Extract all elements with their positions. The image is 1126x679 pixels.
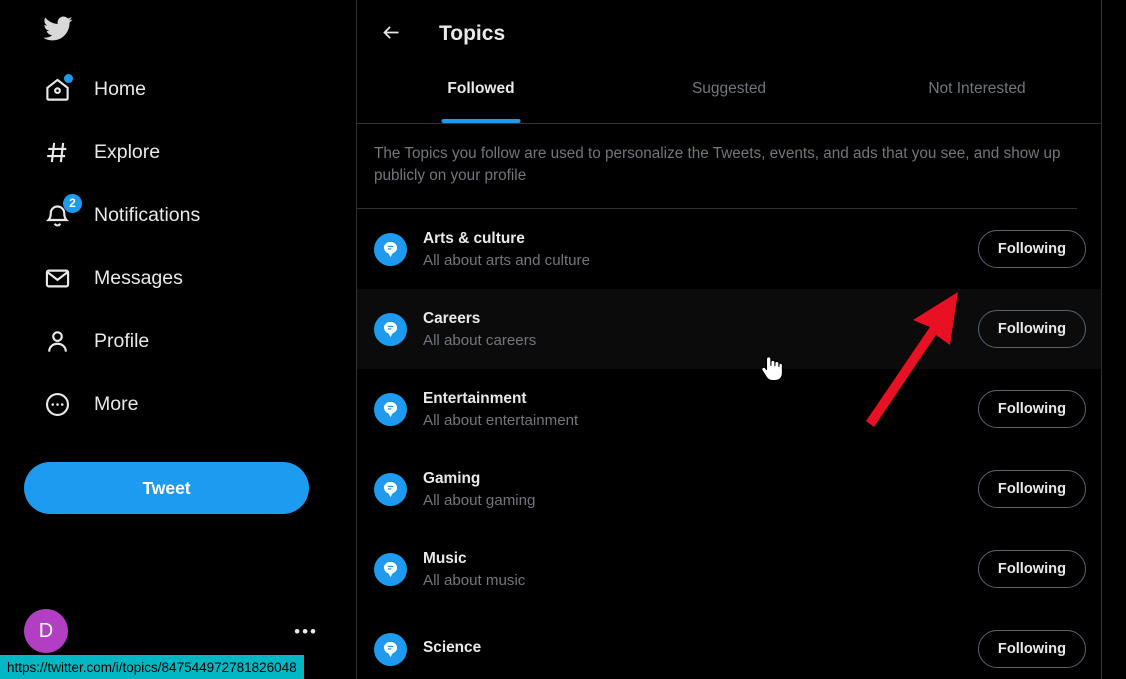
topic-description: All about entertainment xyxy=(423,411,579,429)
topics-header: Topics xyxy=(357,0,1101,68)
sidebar-item-more[interactable]: More xyxy=(42,373,356,436)
topic-name: Arts & culture xyxy=(423,229,525,247)
topic-name: Gaming xyxy=(423,469,481,487)
topics-main-column: Topics Followed Suggested Not Interested… xyxy=(357,0,1102,679)
hashtag-icon xyxy=(42,138,72,168)
topic-row[interactable]: Science Following xyxy=(357,609,1101,679)
topic-text: Music All about music xyxy=(423,549,525,591)
tab-not-interested[interactable]: Not Interested xyxy=(853,68,1101,123)
notifications-badge: 2 xyxy=(63,193,82,213)
back-button[interactable] xyxy=(373,16,409,52)
topic-name: Science xyxy=(423,639,482,657)
topic-name: Entertainment xyxy=(423,389,527,407)
topic-bubble-icon xyxy=(374,392,407,426)
topic-text: Gaming All about gaming xyxy=(423,469,535,511)
topic-row[interactable]: Careers All about careers Following xyxy=(357,289,1101,370)
tab-label: Suggested xyxy=(691,80,767,97)
more-circle-icon xyxy=(42,390,72,420)
topic-description: All about gaming xyxy=(423,491,536,509)
topic-bubble-icon xyxy=(374,632,407,666)
envelope-icon xyxy=(42,264,72,294)
home-icon xyxy=(42,73,73,105)
sidebar-nav-list: Home Explore 2 Notifications Messages Pr… xyxy=(0,58,356,436)
topic-row[interactable]: Gaming All about gaming Following xyxy=(357,449,1101,530)
twitter-logo-link[interactable] xyxy=(0,0,356,58)
twitter-topics-window: Home Explore 2 Notifications Messages Pr… xyxy=(0,0,1126,679)
topic-description: All about arts and culture xyxy=(423,251,590,269)
topic-row[interactable]: Arts & culture All about arts and cultur… xyxy=(357,209,1101,290)
tab-suggested[interactable]: Suggested xyxy=(605,68,853,123)
topic-bubble-icon xyxy=(374,232,407,266)
topic-text: Careers All about careers xyxy=(423,309,536,351)
following-button[interactable]: Following xyxy=(977,310,1086,349)
sidebar-item-label: Home xyxy=(94,78,147,100)
sidebar-item-home[interactable]: Home xyxy=(42,58,356,121)
tab-label: Not Interested xyxy=(928,80,1026,97)
active-tab-indicator xyxy=(441,119,521,123)
topics-tabs: Followed Suggested Not Interested xyxy=(357,68,1101,124)
sidebar-item-notifications[interactable]: 2 Notifications xyxy=(42,184,356,247)
topic-row[interactable]: Entertainment All about entertainment Fo… xyxy=(357,369,1101,450)
sidebar-item-messages[interactable]: Messages xyxy=(42,247,356,310)
tweet-button[interactable]: Tweet xyxy=(24,462,309,514)
topic-name: Music xyxy=(423,549,467,567)
topic-description: All about music xyxy=(423,571,526,589)
bell-icon: 2 xyxy=(42,193,82,231)
avatar: D xyxy=(24,609,68,653)
following-button[interactable]: Following xyxy=(977,230,1086,269)
following-button[interactable]: Following xyxy=(977,550,1086,589)
following-button[interactable]: Following xyxy=(977,630,1086,669)
primary-sidebar: Home Explore 2 Notifications Messages Pr… xyxy=(0,0,357,679)
topic-description: All about careers xyxy=(423,331,537,349)
sidebar-item-label: Notifications xyxy=(94,204,201,226)
account-switcher[interactable]: D ••• xyxy=(24,604,334,658)
topic-row[interactable]: Music All about music Following xyxy=(357,529,1101,610)
back-arrow-icon xyxy=(381,22,402,46)
topics-list: Arts & culture All about arts and cultur… xyxy=(357,209,1101,679)
following-button[interactable]: Following xyxy=(977,470,1086,509)
twitter-bird-icon xyxy=(42,13,73,49)
topics-description: The Topics you follow are used to person… xyxy=(357,124,1077,210)
sidebar-item-label: Messages xyxy=(94,267,183,289)
topic-text: Arts & culture All about arts and cultur… xyxy=(423,229,590,271)
topic-text: Entertainment All about entertainment xyxy=(423,389,578,431)
browser-status-url: https://twitter.com/i/topics/84754497278… xyxy=(0,655,304,679)
topic-name: Careers xyxy=(423,309,481,327)
topic-bubble-icon xyxy=(374,312,407,346)
account-more-icon[interactable]: ••• xyxy=(294,623,318,640)
sidebar-item-label: Profile xyxy=(94,330,150,352)
topic-bubble-icon xyxy=(374,472,407,506)
sidebar-item-label: Explore xyxy=(94,141,161,163)
following-button[interactable]: Following xyxy=(977,390,1086,429)
sidebar-item-label: More xyxy=(94,393,139,415)
sidebar-item-explore[interactable]: Explore xyxy=(42,121,356,184)
topic-bubble-icon xyxy=(374,552,407,586)
person-icon xyxy=(42,327,72,357)
sidebar-item-profile[interactable]: Profile xyxy=(42,310,356,373)
topic-text: Science xyxy=(423,638,481,660)
right-gutter xyxy=(1102,0,1126,679)
tab-followed[interactable]: Followed xyxy=(357,68,605,123)
tab-label: Followed xyxy=(447,80,515,97)
home-unread-dot xyxy=(64,73,73,83)
page-title: Topics xyxy=(439,22,506,45)
